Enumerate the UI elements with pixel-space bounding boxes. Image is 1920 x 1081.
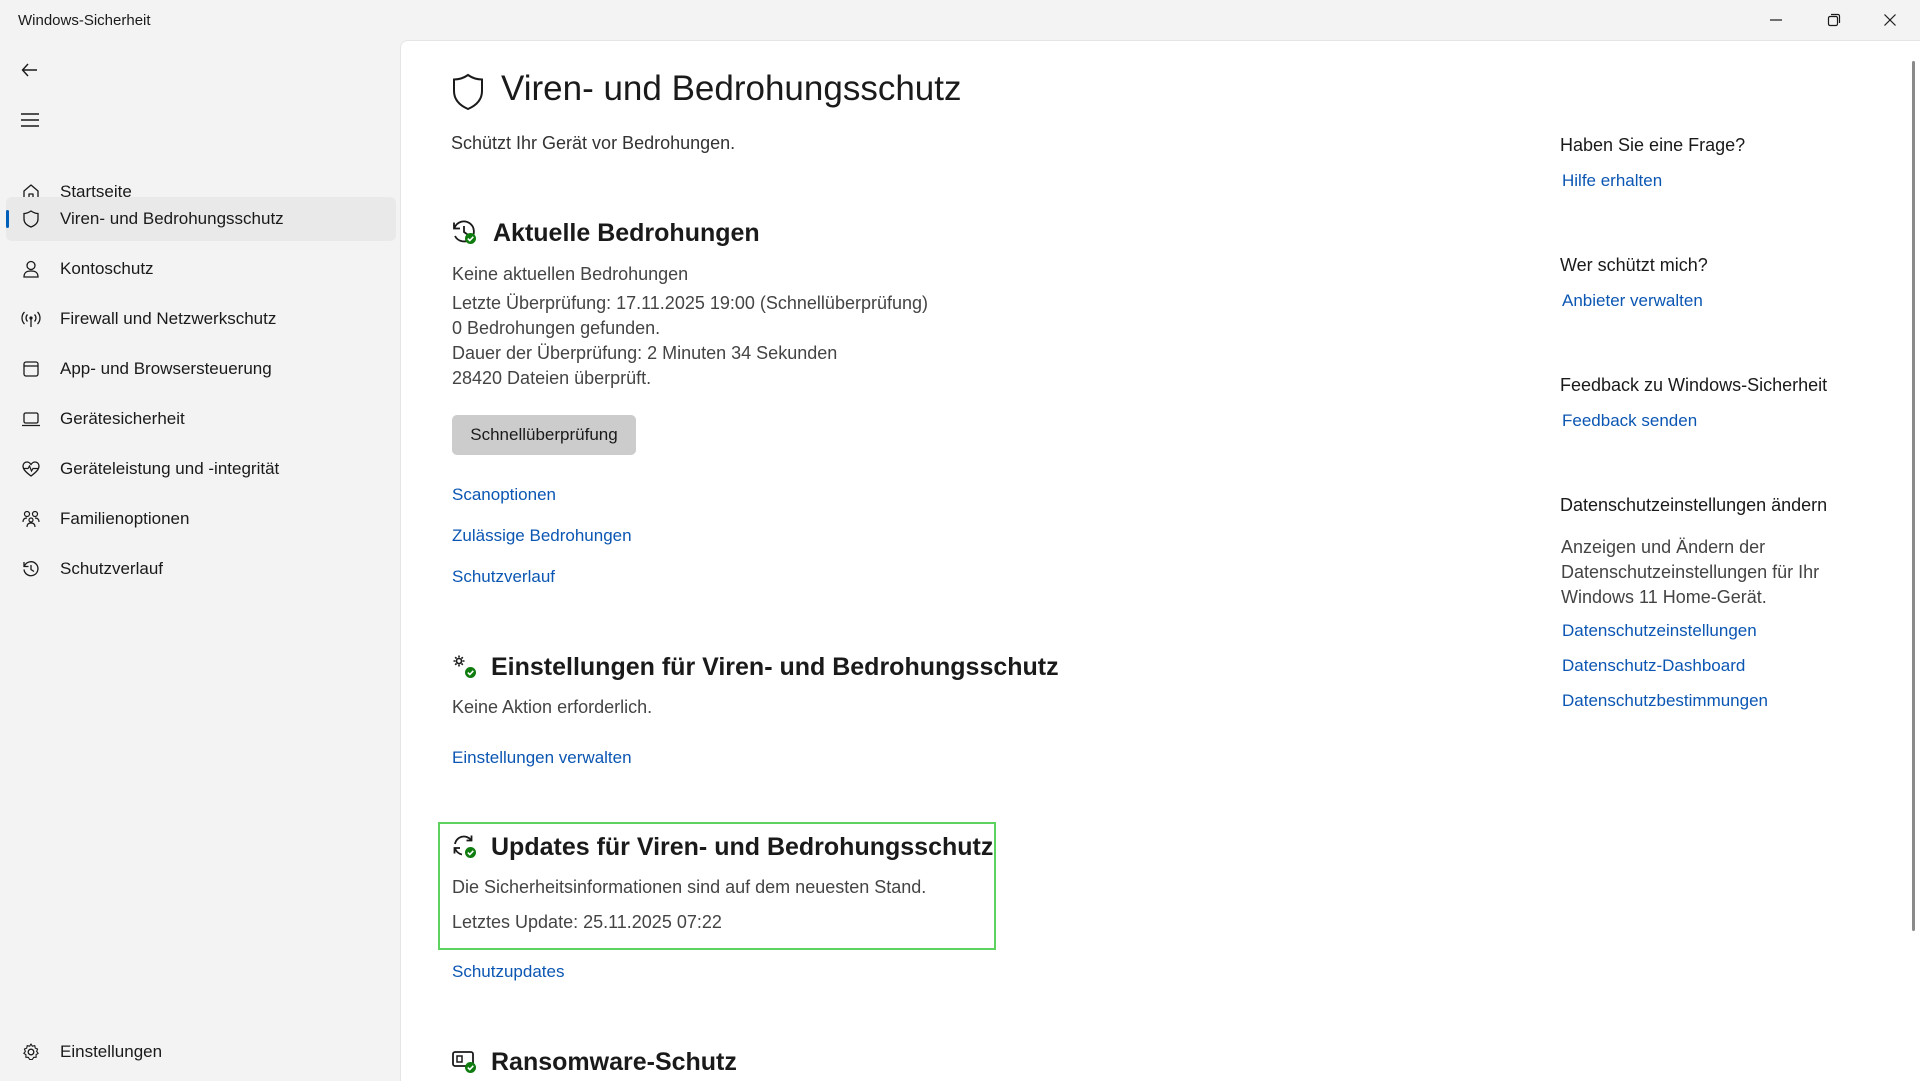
scan-options-link[interactable]: Scanoptionen [452,485,556,505]
sidebar-item-family[interactable]: Familienoptionen [6,497,396,541]
app-title: Windows-Sicherheit [18,12,151,29]
section-title-ransomware: Ransomware-Schutz [491,1048,737,1076]
page-subtitle: Schützt Ihr Gerät vor Bedrohungen. [451,133,736,153]
update-status-icon [453,835,476,858]
sidebar-item-history[interactable]: Schutzverlauf [6,547,396,591]
shield-icon [20,208,42,230]
protection-history-link[interactable]: Schutzverlauf [452,567,555,587]
scrollbar[interactable] [1912,61,1915,931]
sidebar-item-settings[interactable]: Einstellungen [6,1030,396,1074]
section-title-settings: Einstellungen für Viren- und Bedrohungss… [491,653,1059,681]
sidebar-item-label: Viren- und Bedrohungsschutz [60,209,284,228]
close-icon [1884,14,1896,26]
protector-heading: Wer schützt mich? [1560,255,1708,275]
menu-button[interactable] [14,104,46,136]
settings-status-text: Keine Aktion erforderlich. [452,697,653,717]
feedback-heading: Feedback zu Windows-Sicherheit [1560,375,1828,395]
sidebar-item-label: Geräteleistung und -integrität [60,459,280,478]
scan-status-icon [453,220,476,244]
sidebar-item-device-security[interactable]: Gerätesicherheit [6,397,396,441]
privacy-settings-link[interactable]: Datenschutzeinstellungen [1562,621,1757,641]
settings-status-icon [453,655,476,678]
heart-pulse-icon [20,458,42,480]
sidebar-item-account[interactable]: Kontoschutz [6,247,396,291]
gear-icon [20,1041,42,1063]
family-icon [20,508,42,530]
antenna-icon [20,308,42,330]
sidebar-item-label: Familienoptionen [60,509,190,528]
sidebar-item-app-browser[interactable]: App- und Browsersteuerung [6,347,396,391]
back-arrow-icon [21,63,37,77]
person-icon [20,258,42,280]
manage-settings-link[interactable]: Einstellungen verwalten [452,748,632,768]
app-window-icon [20,358,42,380]
page-title: Viren- und Bedrohungsschutz [501,69,962,108]
privacy-description: Anzeigen und Ändern der Datenschutzeinst… [1561,537,1820,607]
title-bar: Windows-Sicherheit [0,0,1920,40]
sidebar-item-label: Firewall und Netzwerkschutz [60,309,277,328]
last-scan-text: Letzte Überprüfung: 17.11.2025 19:00 (Sc… [452,293,928,313]
restore-icon [1827,13,1841,27]
scan-duration-text: Dauer der Überprüfung: 2 Minuten 34 Seku… [452,343,838,363]
restore-button[interactable] [1806,0,1862,40]
sidebar-item-label: App- und Browsersteuerung [60,359,272,378]
back-button[interactable] [14,54,46,86]
privacy-statement-link[interactable]: Datenschutzbestimmungen [1562,691,1768,711]
main-content: Viren- und Bedrohungsschutz Schützt Ihr … [400,40,1920,1081]
sidebar-item-label: Schutzverlauf [60,559,163,578]
updates-status-text: Die Sicherheitsinformationen sind auf de… [452,877,927,897]
send-feedback-link[interactable]: Feedback senden [1562,411,1697,431]
allowed-threats-link[interactable]: Zulässige Bedrohungen [452,526,632,546]
sidebar: Startseite Viren- und Bedrohungsschutz K… [0,40,400,1080]
sidebar-item-firewall[interactable]: Firewall und Netzwerkschutz [6,297,396,341]
privacy-dashboard-link[interactable]: Datenschutz-Dashboard [1562,656,1745,676]
privacy-heading: Datenschutzeinstellungen ändern [1560,495,1828,515]
protection-updates-link[interactable]: Schutzupdates [452,962,564,982]
close-button[interactable] [1862,0,1918,40]
threat-status-text: Keine aktuellen Bedrohungen [452,264,689,284]
minimize-button[interactable] [1748,0,1804,40]
manage-providers-link[interactable]: Anbieter verwalten [1562,291,1703,311]
threats-found-text: 0 Bedrohungen gefunden. [452,318,661,338]
get-help-link[interactable]: Hilfe erhalten [1562,171,1662,191]
sidebar-item-virus-protection[interactable]: Viren- und Bedrohungsschutz [6,197,396,241]
sidebar-item-label: Kontoschutz [60,259,154,278]
laptop-icon [20,408,42,430]
help-heading: Haben Sie eine Frage? [1560,135,1746,155]
quick-scan-button[interactable]: Schnellüberprüfung [452,415,636,455]
sidebar-item-label: Gerätesicherheit [60,409,185,428]
ransomware-icon [452,1051,476,1073]
hamburger-icon [21,113,39,127]
minimize-icon [1770,19,1782,21]
files-scanned-text: 28420 Dateien überprüft. [452,368,652,388]
history-icon [20,558,42,580]
sidebar-item-label: Einstellungen [60,1042,163,1061]
last-update-text: Letztes Update: 25.11.2025 07:22 [452,912,722,932]
section-title-current-threats: Aktuelle Bedrohungen [493,219,760,247]
section-title-updates: Updates für Viren- und Bedrohungsschutz [491,833,994,861]
sidebar-item-device-performance[interactable]: Geräteleistung und -integrität [6,447,396,491]
shield-icon [453,73,483,111]
